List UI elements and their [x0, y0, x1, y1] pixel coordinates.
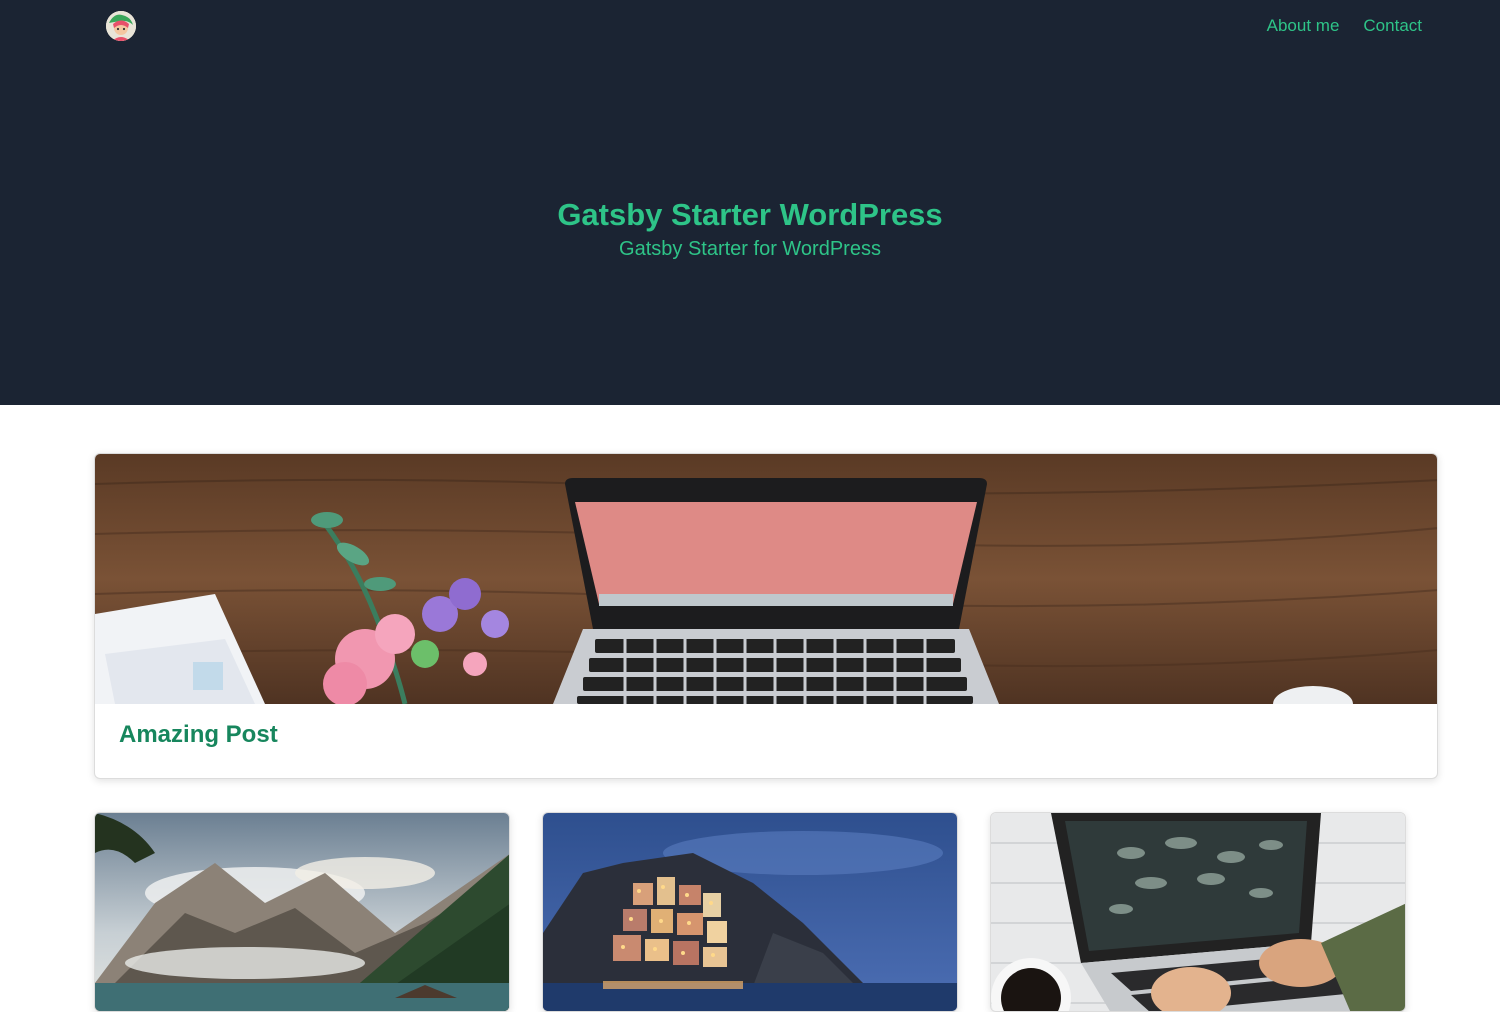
featured-post-card[interactable]: Amazing Post [94, 453, 1438, 779]
nav-link-contact[interactable]: Contact [1363, 16, 1422, 36]
mountain-lake-image [95, 813, 509, 1011]
site-subtitle: Gatsby Starter for WordPress [619, 238, 881, 260]
post-card[interactable] [542, 812, 958, 1012]
navbar: About me Contact [0, 0, 1500, 54]
nav-links: About me Contact [1267, 16, 1422, 36]
post-card[interactable] [990, 812, 1406, 1012]
site-title: Gatsby Starter WordPress [557, 197, 943, 232]
nav-link-about-me[interactable]: About me [1267, 16, 1340, 36]
coastal-village-night-image [543, 813, 957, 1011]
laptop-flowers-desk-image [95, 454, 1437, 704]
typing-laptop-coffee-image [991, 813, 1405, 1011]
avatar-logo-icon[interactable] [106, 11, 136, 41]
featured-post-title[interactable]: Amazing Post [119, 720, 278, 750]
post-card[interactable] [94, 812, 510, 1012]
site-header: About me Contact Gatsby Starter WordPres… [0, 0, 1500, 405]
